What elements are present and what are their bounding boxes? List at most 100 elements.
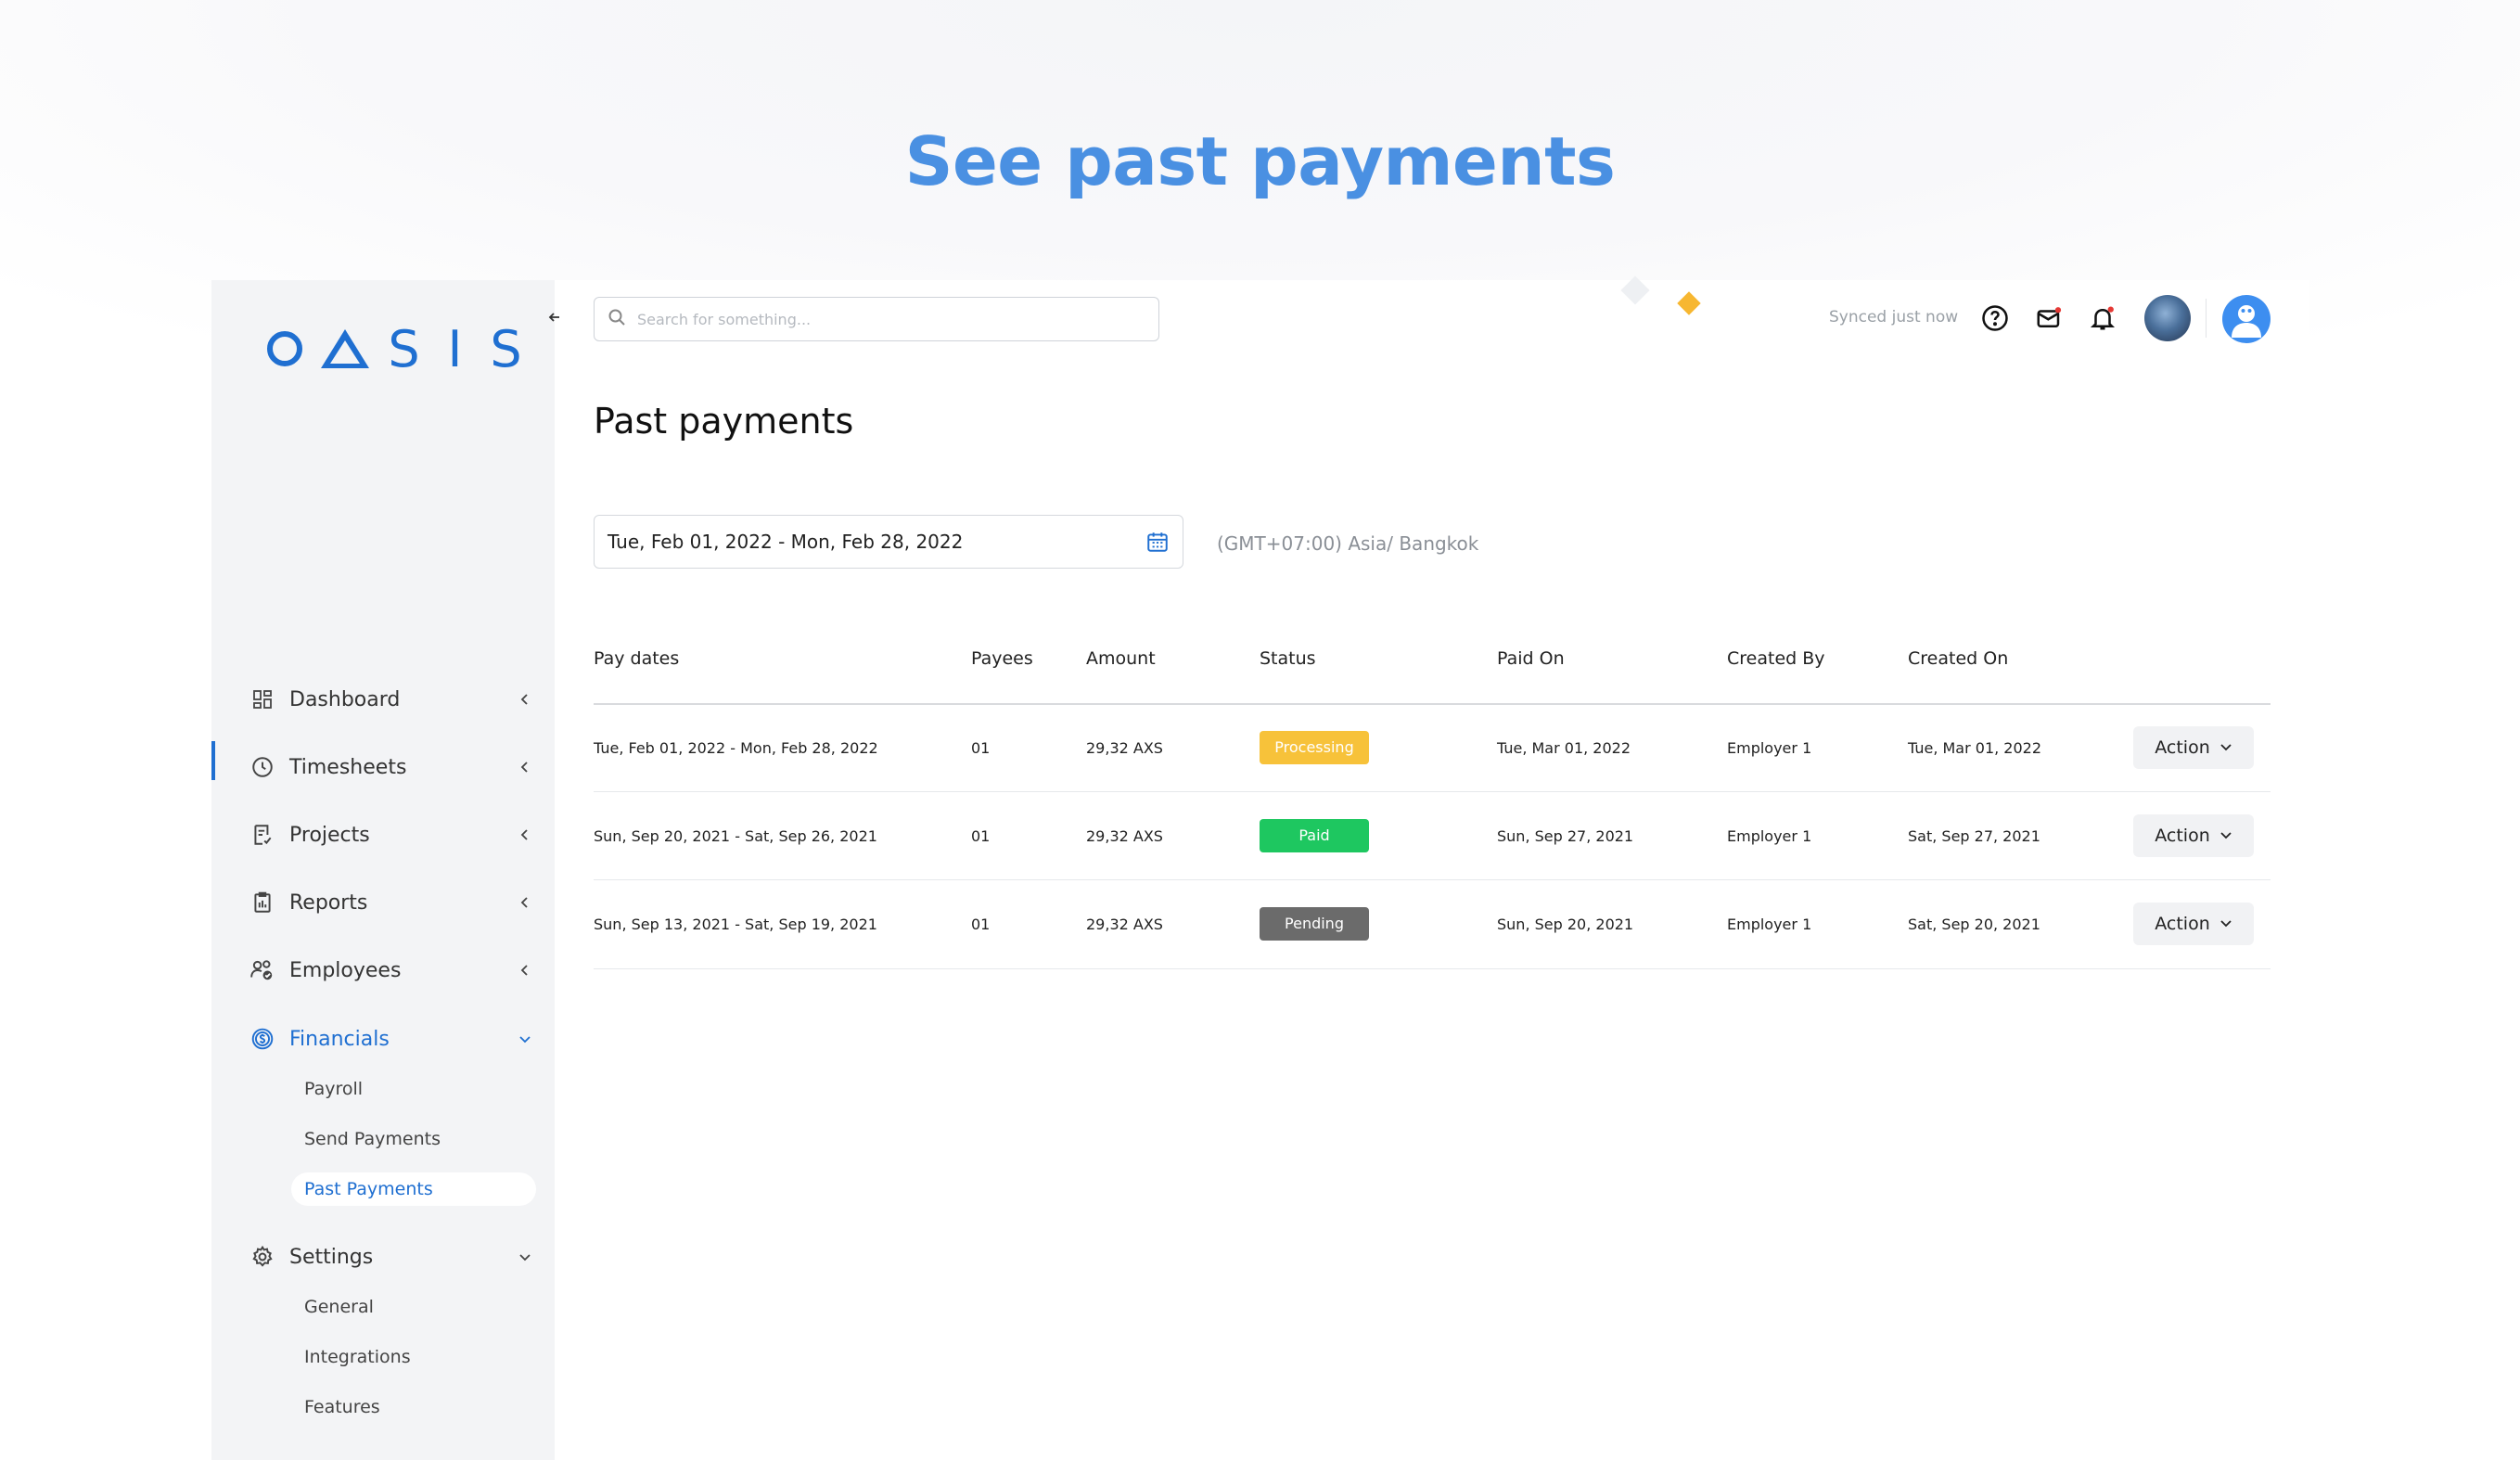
status-badge: Processing (1260, 731, 1369, 764)
gear-icon (249, 1243, 276, 1271)
bell-icon[interactable] (2087, 302, 2118, 334)
sidebar-item-label: Dashboard (289, 687, 401, 711)
chevron-left-icon (514, 756, 536, 778)
column-header-created-by: Created By (1727, 648, 1825, 669)
action-button[interactable]: Action (2133, 814, 2254, 857)
dashboard-icon (249, 685, 276, 713)
column-header-paid-on: Paid On (1497, 648, 1565, 669)
sidebar-item-label: Timesheets (289, 755, 407, 779)
cell-amount: 29,32 AXS (1086, 916, 1163, 933)
mail-icon[interactable] (2033, 302, 2065, 334)
cell-created-on: Sat, Sep 20, 2021 (1908, 916, 2040, 933)
row-divider (594, 968, 2271, 969)
sidebar: S I S Dashboard Timesheets Projects Repo… (211, 280, 555, 1460)
chevron-left-icon (514, 959, 536, 981)
chevron-left-icon (514, 891, 536, 914)
sidebar-item-employees[interactable]: Employees (249, 952, 536, 989)
sidebar-subitem-features[interactable]: Features (291, 1390, 536, 1424)
clock-icon (249, 753, 276, 781)
sidebar-item-label: Employees (289, 958, 402, 982)
table-header-divider (594, 703, 2271, 705)
sidebar-item-label: Reports (289, 890, 368, 915)
chevron-down-icon (514, 1028, 536, 1050)
action-label: Action (2155, 826, 2210, 846)
cell-created-by: Employer 1 (1727, 739, 1812, 757)
decorative-diamond-yellow (1677, 291, 1701, 315)
topbar-divider (2206, 299, 2207, 338)
sync-status: Synced just now (1829, 308, 1959, 327)
logo[interactable]: S I S (267, 319, 531, 378)
cell-created-on: Sat, Sep 27, 2021 (1908, 827, 2040, 845)
action-label: Action (2155, 914, 2210, 934)
action-button[interactable]: Action (2133, 903, 2254, 945)
sidebar-item-label: Settings (289, 1245, 374, 1269)
search-input[interactable] (637, 310, 1138, 328)
sidebar-subitem-general[interactable]: General (291, 1290, 536, 1324)
column-header-created-on: Created On (1908, 648, 2009, 669)
search-icon (608, 308, 626, 330)
sidebar-item-label: Projects (289, 823, 370, 847)
active-indicator (211, 741, 215, 780)
column-header-status: Status (1260, 648, 1316, 669)
cell-created-on: Tue, Mar 01, 2022 (1908, 739, 2042, 757)
status-badge: Pending (1260, 907, 1369, 941)
logo-triangle (321, 329, 369, 368)
profile-avatar-icon[interactable] (2222, 295, 2271, 343)
user-avatar[interactable] (2144, 295, 2191, 341)
cell-pay-dates: Sun, Sep 20, 2021 - Sat, Sep 26, 2021 (594, 827, 877, 845)
search-bar (594, 297, 1159, 341)
sidebar-item-dashboard[interactable]: Dashboard (249, 681, 536, 718)
sidebar-item-settings[interactable]: Settings (249, 1238, 536, 1275)
logo-letter-3: S (490, 319, 522, 378)
cell-amount: 29,32 AXS (1086, 739, 1163, 757)
calendar-icon[interactable] (1145, 530, 1170, 558)
hero-title: See past payments (904, 122, 1616, 200)
sidebar-item-timesheets[interactable]: Timesheets (249, 749, 536, 786)
arrow-left-icon[interactable] (542, 306, 568, 332)
status-badge: Paid (1260, 819, 1369, 852)
projects-icon (249, 821, 276, 849)
column-header-payees: Payees (971, 648, 1033, 669)
action-button[interactable]: Action (2133, 726, 2254, 769)
app-window: S I S Dashboard Timesheets Projects Repo… (211, 275, 2309, 1460)
row-divider (594, 879, 2271, 880)
cell-created-by: Employer 1 (1727, 827, 1812, 845)
logo-letter-2: I (447, 319, 463, 378)
chevron-down-icon (514, 1246, 536, 1268)
sidebar-subitem-integrations[interactable]: Integrations (291, 1340, 536, 1374)
sidebar-subitem-send-payments[interactable]: Send Payments (291, 1122, 536, 1156)
decorative-diamond (1620, 275, 1650, 305)
sidebar-item-projects[interactable]: Projects (249, 816, 536, 853)
dollar-icon (249, 1025, 276, 1053)
sidebar-item-financials[interactable]: Financials (249, 1020, 536, 1057)
date-range-picker[interactable]: Tue, Feb 01, 2022 - Mon, Feb 28, 2022 (594, 515, 1183, 569)
sidebar-subitem-payroll[interactable]: Payroll (291, 1072, 536, 1106)
employees-icon (249, 956, 276, 984)
timezone-label: (GMT+07:00) Asia/ Bangkok (1217, 532, 1479, 555)
cell-paid-on: Sun, Sep 20, 2021 (1497, 916, 1634, 933)
cell-amount: 29,32 AXS (1086, 827, 1163, 845)
cell-payees: 01 (971, 916, 991, 933)
cell-paid-on: Tue, Mar 01, 2022 (1497, 739, 1631, 757)
cell-paid-on: Sun, Sep 27, 2021 (1497, 827, 1634, 845)
chevron-down-icon (2219, 826, 2232, 846)
cell-payees: 01 (971, 827, 991, 845)
clipboard-icon (249, 889, 276, 916)
column-header-pay-dates: Pay dates (594, 648, 680, 669)
sidebar-item-reports[interactable]: Reports (249, 884, 536, 921)
sidebar-subitem-past-payments[interactable]: Past Payments (291, 1172, 536, 1206)
chevron-down-icon (2219, 914, 2232, 934)
cell-payees: 01 (971, 739, 991, 757)
cell-pay-dates: Tue, Feb 01, 2022 - Mon, Feb 28, 2022 (594, 739, 878, 757)
cell-created-by: Employer 1 (1727, 916, 1812, 933)
date-range-value: Tue, Feb 01, 2022 - Mon, Feb 28, 2022 (608, 531, 964, 553)
help-icon[interactable] (1979, 302, 2011, 334)
row-divider (594, 791, 2271, 792)
action-label: Action (2155, 737, 2210, 758)
page-title: Past payments (594, 401, 854, 442)
cell-pay-dates: Sun, Sep 13, 2021 - Sat, Sep 19, 2021 (594, 916, 877, 933)
logo-letter-1: S (388, 319, 420, 378)
sidebar-item-label: Financials (289, 1027, 390, 1051)
chevron-left-icon (514, 688, 536, 711)
logo-o (267, 331, 302, 366)
